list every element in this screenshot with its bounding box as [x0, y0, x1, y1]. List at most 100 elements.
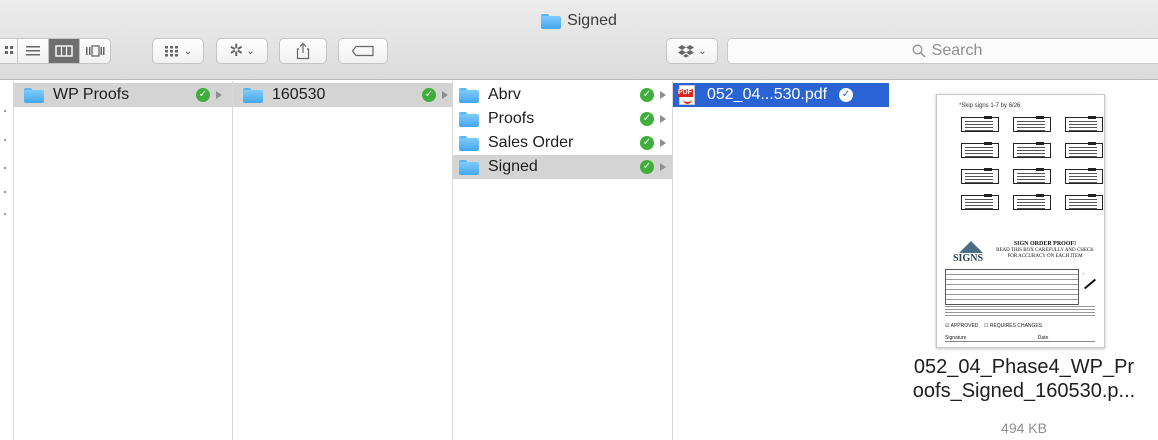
folder-row-abrv[interactable]: Abrv ✓ — [453, 83, 672, 107]
proof-info-table — [945, 269, 1079, 305]
proof-approval-options: ☑ APPROVED ☐ REQUIRES CHANGES — [945, 323, 1043, 329]
logo-text: SIGNS — [953, 253, 984, 264]
row-tick — [4, 213, 6, 215]
column-1: WP Proofs ✓ — [14, 81, 233, 440]
sign-proof-mini — [1013, 116, 1051, 132]
requires-changes-label: REQUIRES CHANGES — [989, 323, 1043, 329]
thumb-caption: *Skip signs 1-7 by 6/26 — [959, 103, 1021, 109]
icon-view-icon — [4, 46, 13, 54]
folder-row-160530[interactable]: 160530 ✓ — [233, 83, 452, 107]
arrange-button[interactable]: ⌄ — [152, 38, 204, 64]
preview-filename-line1: 052_04_Phase4_WP_Pr — [913, 356, 1135, 378]
window-title-text: Signed — [567, 12, 617, 29]
sync-check-icon: ✓ — [640, 112, 654, 126]
view-segmented-control — [0, 38, 111, 64]
file-label: 052_04...530.pdf — [707, 86, 828, 103]
folder-label: Signed — [488, 158, 538, 175]
sign-proof-mini — [1065, 168, 1103, 184]
dropbox-button[interactable]: ⌄ — [666, 38, 718, 64]
chevron-down-icon: ⌄ — [698, 45, 707, 57]
proof-signature-line: Signature Date — [945, 335, 1095, 342]
folder-icon — [459, 135, 479, 151]
row-tick — [4, 139, 6, 141]
folder-row-wp-proofs[interactable]: WP Proofs ✓ — [14, 83, 232, 107]
tag-button[interactable] — [338, 38, 388, 64]
coverflow-view-icon — [86, 45, 105, 57]
folder-icon — [541, 13, 562, 29]
folder-label: Sales Order — [488, 134, 574, 151]
search-field[interactable]: Search — [727, 38, 1158, 64]
arrow-mark — [1083, 278, 1097, 290]
sync-check-icon: ✓ — [839, 88, 854, 102]
search-placeholder: Search — [931, 42, 983, 59]
icon-view-button[interactable] — [0, 38, 18, 64]
sync-check-icon: ✓ — [640, 136, 654, 150]
date-label: Date — [1037, 335, 1049, 341]
sign-proof-mini — [1065, 142, 1103, 158]
sync-check-icon: ✓ — [196, 88, 210, 102]
list-view-button[interactable] — [18, 38, 49, 64]
sign-proof-mini — [961, 194, 999, 210]
folder-label: Proofs — [488, 110, 535, 127]
folder-icon — [459, 87, 479, 103]
coverflow-view-button[interactable] — [80, 38, 111, 64]
action-button[interactable]: ✲ ⌄ — [216, 38, 268, 64]
search-icon — [912, 44, 926, 58]
folder-icon — [459, 159, 479, 175]
dropbox-icon — [678, 45, 695, 58]
folder-row-proofs[interactable]: Proofs ✓ — [453, 107, 672, 131]
signature-label: Signature — [945, 335, 967, 341]
approved-label: APPROVED — [950, 323, 979, 329]
share-button[interactable] — [279, 38, 327, 64]
sync-check-icon: ✓ — [640, 88, 654, 102]
disclosure-arrow-icon — [442, 91, 448, 99]
column-4: PDF 052_04...530.pdf ✓ — [673, 81, 890, 440]
row-tick — [4, 110, 6, 112]
chevron-down-icon: ⌄ — [246, 45, 255, 57]
sign-proof-mini — [1065, 194, 1103, 210]
row-tick — [4, 191, 6, 193]
approval-note: ✓ — [1082, 271, 1086, 276]
column-browser: WP Proofs ✓ 160530 ✓ Abrv ✓ Proofs ✓ Sal… — [0, 81, 1158, 440]
titlebar: Signed ⌄ ✲ ⌄ ⌄ Search — [0, 0, 1158, 80]
column-view-button[interactable] — [49, 38, 80, 64]
row-tick — [4, 167, 6, 169]
disclosure-arrow-icon — [660, 139, 666, 147]
folder-icon — [243, 87, 263, 103]
column-2: 160530 ✓ — [233, 81, 453, 440]
disclosure-arrow-icon — [660, 91, 666, 99]
preview-filesize: 494 KB — [1001, 420, 1047, 436]
column-3: Abrv ✓ Proofs ✓ Sales Order ✓ Signed ✓ — [453, 81, 673, 440]
sign-proof-mini — [1013, 142, 1051, 158]
list-view-icon — [26, 46, 40, 56]
sign-proof-mini — [1065, 116, 1103, 132]
pdf-thumbnail[interactable]: *Skip signs 1-7 by 6/26 SIGNS SIGN ORDER… — [936, 94, 1105, 348]
proof-heading-sub: READ THIS BOX CAREFULLY AND CHECK FOR AC… — [996, 248, 1094, 259]
sign-proof-mini — [961, 168, 999, 184]
grid-icon — [164, 46, 178, 57]
folder-icon — [459, 111, 479, 127]
chevron-down-icon: ⌄ — [183, 45, 193, 57]
folder-row-sales-order[interactable]: Sales Order ✓ — [453, 131, 672, 155]
sign-proof-mini — [961, 142, 999, 158]
gear-icon: ✲ — [229, 41, 244, 60]
tag-icon — [351, 45, 374, 57]
preview-filename: 052_04_Phase4_WP_Pr oofs_Signed_160530.p… — [890, 355, 1158, 403]
disclosure-arrow-icon — [660, 163, 666, 171]
folder-icon — [24, 87, 44, 103]
file-row-pdf[interactable]: PDF 052_04...530.pdf ✓ — [673, 83, 889, 107]
folder-row-signed[interactable]: Signed ✓ — [453, 155, 672, 179]
disclosure-arrow-icon — [660, 115, 666, 123]
logo-mountain — [959, 241, 983, 253]
sync-check-icon: ✓ — [640, 160, 654, 174]
folder-label: Abrv — [488, 86, 521, 103]
column-view-icon — [55, 45, 73, 57]
toolbar: ⌄ ✲ ⌄ ⌄ Search — [0, 38, 1158, 70]
sign-proof-mini — [961, 116, 999, 132]
proof-heading: SIGN ORDER PROOF! READ THIS BOX CAREFULL… — [995, 241, 1095, 260]
proof-heading-title: SIGN ORDER PROOF! — [1013, 241, 1077, 247]
column-previous[interactable] — [0, 81, 14, 440]
sign-proof-mini — [1013, 168, 1051, 184]
folder-label: 160530 — [272, 86, 326, 103]
share-icon — [296, 42, 310, 60]
